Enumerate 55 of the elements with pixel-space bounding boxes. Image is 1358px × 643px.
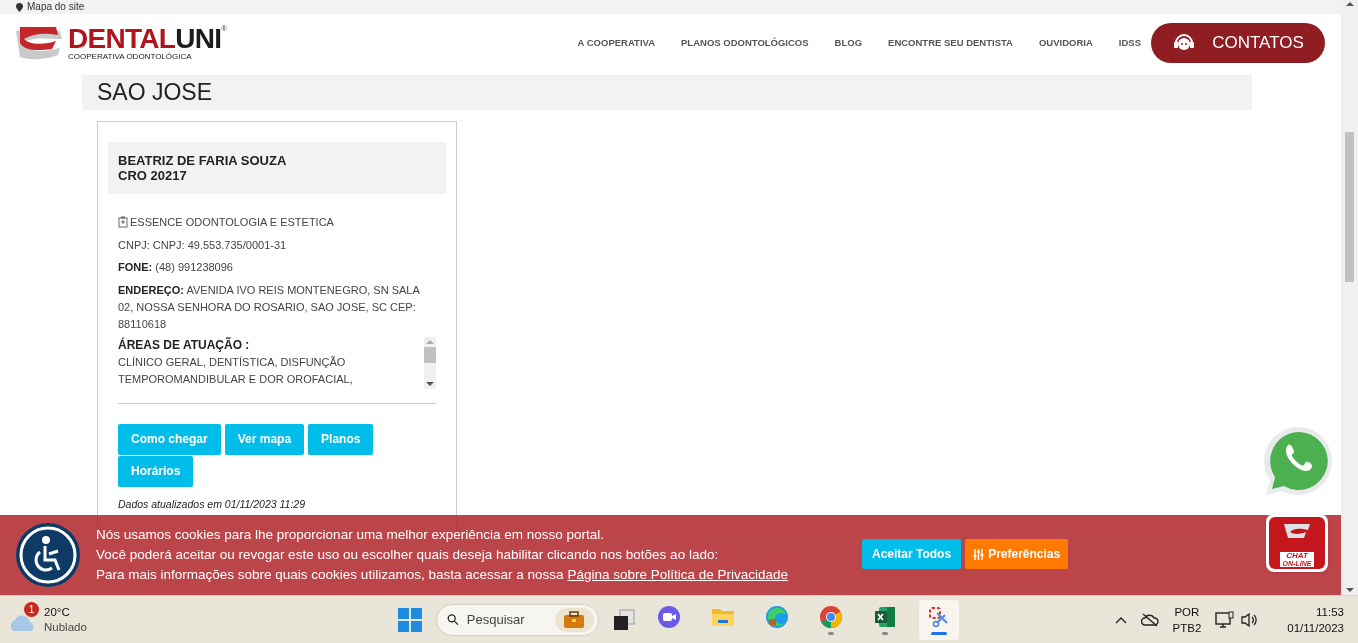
address-text: ENDEREÇO: AVENIDA IVO REIS MONTENEGRO, SN SALA 02, NOSSA SENHORA DO ROSARIO, SAO JOSE, SC CEP: 88110618 xyxy=(118,282,421,332)
cookie-text: Nós usamos cookies para lhe proporcionar uma melhor experiência em nosso portal. xyxy=(96,526,605,544)
chevron-up-icon[interactable] xyxy=(1114,615,1127,624)
chrome-icon xyxy=(819,604,843,629)
weather-temperature[interactable]: 20°C xyxy=(44,604,87,620)
nav-link[interactable]: PLANOS ODONTOLÓGICOS xyxy=(681,35,809,51)
logo-wordmark: UNI xyxy=(175,25,222,53)
keyboard-layout[interactable]: PTB2 xyxy=(1172,619,1202,636)
search-icon xyxy=(447,612,459,627)
clinic-icon xyxy=(118,216,128,229)
accessibility-icon[interactable] xyxy=(15,522,81,588)
cnpj-text: CNPJ: CNPJ: 49.553.735/0001-31 xyxy=(118,237,288,253)
briefcase-icon xyxy=(563,610,586,629)
weather-condition[interactable]: Nublado xyxy=(44,619,87,635)
logo-wordmark-dental: DENTAL xyxy=(68,25,176,53)
clinic-name: ESSENCE ODONTOLOGIA E ESTETICA xyxy=(130,215,334,230)
clock-date[interactable]: 01/11/2023 xyxy=(1287,619,1344,636)
sliders-icon xyxy=(973,548,985,560)
taskbar-app[interactable] xyxy=(919,599,959,640)
scrollbar[interactable] xyxy=(424,336,436,389)
speaker-icon[interactable] xyxy=(1241,611,1260,628)
search-field[interactable]: Pesquisar xyxy=(436,603,599,636)
notification-badge: 1 xyxy=(24,601,39,617)
contacts-button[interactable]: CONTATOS xyxy=(1151,23,1325,63)
pin-icon xyxy=(16,2,23,12)
nav-link[interactable]: A COOPERATIVA xyxy=(577,35,656,51)
update-note: Dados atualizados em 01/11/2023 11:29 xyxy=(118,497,305,510)
dentist-registration: CRO 20217 xyxy=(118,168,188,183)
task-view-icon[interactable] xyxy=(613,608,635,631)
dentist-name: BEATRIZ DE FARIA SOUZA xyxy=(118,153,288,168)
nav-link[interactable]: ENCONTRE SEU DENTISTA xyxy=(888,35,1013,51)
video-chat-icon xyxy=(657,604,681,629)
browser-icon xyxy=(765,604,789,629)
logo-icon xyxy=(1282,522,1312,540)
areas-text: CLÍNICO GERAL, DENTÍSTICA, DISFUNÇÃO TEMPOROMANDIBULAR E DOR OROFACIAL, xyxy=(118,354,354,387)
chat-label: CHAT xyxy=(1286,552,1308,560)
logo-tagline: COOPERATIVA ODONTOLÓGICA xyxy=(68,53,193,61)
city-title: SAO JOSE xyxy=(97,78,213,108)
privacy-policy-link[interactable]: Página sobre Política de Privacidade xyxy=(567,565,789,585)
cookie-text: Você poderá aceitar ou revogar este uso ou escolher quais deseja habilitar clicando nos botões ao lado: xyxy=(96,546,720,564)
cookie-text: Para mais informações sobre quais cookies utilizamos, basta acessar a nossa xyxy=(96,566,564,584)
nav-link[interactable]: IDSS xyxy=(1118,35,1141,51)
phone-text: FONE: (48) 991238096 xyxy=(118,260,234,275)
monitor-icon[interactable] xyxy=(1215,610,1236,629)
cloud-off-icon[interactable] xyxy=(1140,612,1159,627)
nav-link[interactable]: BLOG xyxy=(834,35,863,51)
spreadsheet-icon xyxy=(873,604,897,629)
nav-link[interactable]: OUVIDORIA xyxy=(1038,35,1093,51)
site-map-link[interactable]: Mapa do site xyxy=(27,2,85,12)
search-input[interactable]: Pesquisar xyxy=(466,609,547,630)
areas-label: ÁREAS DE ATUAÇÃO : xyxy=(118,336,251,354)
language-indicator[interactable]: POR xyxy=(1174,603,1200,620)
clock-time[interactable]: 11:53 xyxy=(1316,603,1344,620)
windows-start-icon[interactable] xyxy=(398,607,422,632)
page-scrollbar[interactable] xyxy=(1341,0,1358,595)
